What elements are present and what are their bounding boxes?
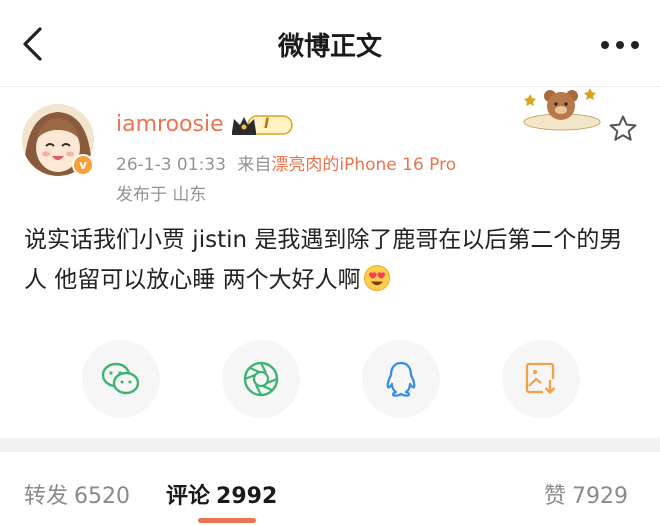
post-source[interactable]: 漂亮肉的iPhone 16 Pro bbox=[271, 155, 456, 175]
post-location: 发布于 山东 bbox=[116, 185, 207, 205]
share-bar bbox=[82, 340, 582, 420]
share-wechat-button[interactable] bbox=[82, 340, 160, 418]
more-button[interactable] bbox=[598, 30, 642, 60]
verified-badge: v bbox=[72, 154, 94, 176]
qq-penguin-icon bbox=[386, 361, 416, 397]
post-text: 说实话我们小贾 jistin 是我遇到除了鹿哥在以后第二个的男人 他留可以放心睡… bbox=[24, 227, 623, 293]
post-meta: 26-1-3 01:33 来自漂亮肉的iPhone 16 Pro bbox=[116, 150, 456, 175]
source-prefix: 来自 bbox=[237, 155, 272, 175]
page-title: 微博正文 bbox=[277, 32, 382, 62]
tab-repost-count: 6520 bbox=[74, 484, 131, 509]
tab-repost[interactable]: 转发 6520 bbox=[24, 478, 130, 510]
bear-sticker-icon bbox=[523, 88, 601, 131]
share-qq-button[interactable] bbox=[362, 340, 440, 418]
favorite-button[interactable] bbox=[606, 112, 640, 146]
tab-comment[interactable]: 评论 2992 bbox=[166, 478, 277, 510]
decoration-sticker bbox=[520, 82, 604, 132]
crown-icon bbox=[232, 115, 293, 135]
top-bar: 微博正文 bbox=[0, 0, 660, 87]
level-badge[interactable]: I bbox=[230, 114, 294, 136]
level-text: I bbox=[264, 116, 270, 132]
weibo-post-page: 微博正文 v iamroosie I 26-1-3 01:33 来自漂亮肉的iP… bbox=[0, 0, 660, 525]
username[interactable]: iamroosie bbox=[116, 112, 224, 137]
save-image-icon bbox=[525, 362, 557, 396]
tab-repost-label: 转发 bbox=[24, 484, 69, 509]
save-image-button[interactable] bbox=[502, 340, 580, 418]
heart-eyes-emoji-icon bbox=[363, 265, 390, 291]
tab-comment-count: 2992 bbox=[216, 484, 278, 509]
post-timestamp: 26-1-3 01:33 bbox=[116, 155, 226, 175]
tab-like[interactable]: 赞 7929 bbox=[544, 478, 628, 510]
section-divider bbox=[0, 438, 660, 452]
share-moments-button[interactable] bbox=[222, 340, 300, 418]
tab-comment-label: 评论 bbox=[166, 484, 211, 509]
tab-like-count: 7929 bbox=[572, 484, 629, 509]
post-content: 说实话我们小贾 jistin 是我遇到除了鹿哥在以后第二个的男人 他留可以放心睡… bbox=[24, 220, 640, 300]
active-tab-indicator bbox=[198, 518, 256, 523]
wechat-icon bbox=[101, 362, 140, 395]
more-dots-icon bbox=[601, 41, 639, 49]
star-icon bbox=[609, 115, 637, 141]
moments-icon bbox=[243, 361, 279, 397]
tab-like-label: 赞 bbox=[544, 484, 567, 509]
